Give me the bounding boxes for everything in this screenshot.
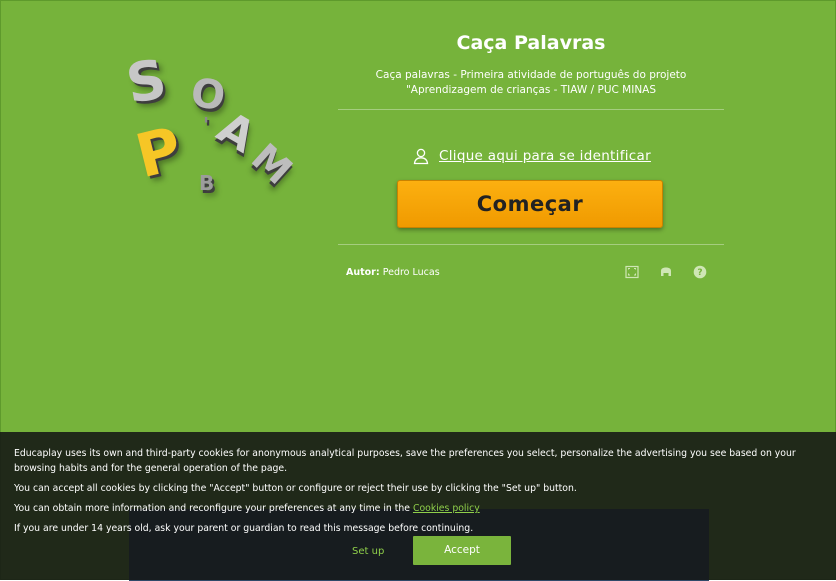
- logo-letter-s: S: [121, 47, 171, 116]
- print-button[interactable]: [658, 264, 674, 280]
- cookie-text-4: If you are under 14 years old, ask your …: [14, 523, 474, 534]
- author-name: Pedro Lucas: [382, 267, 440, 278]
- logo-letter-b: B: [199, 171, 215, 195]
- activity-title: Caça Palavras: [456, 32, 606, 54]
- activity-panel: Caça Palavras Caça palavras - Primeira a…: [338, 29, 724, 279]
- identify-link[interactable]: Clique aqui para se identificar: [439, 148, 651, 164]
- cookie-banner: Educaplay uses its own and third-party c…: [0, 432, 836, 580]
- svg-text:?: ?: [697, 268, 702, 278]
- cookie-text-1: Educaplay uses its own and third-party c…: [14, 448, 796, 474]
- divider: [338, 109, 724, 110]
- fullscreen-icon: [625, 265, 639, 279]
- logo-letter-p: P: [129, 113, 189, 193]
- cookie-text-2: You can accept all cookies by clicking t…: [14, 483, 577, 494]
- cookie-text-3: You can obtain more information and reco…: [14, 501, 822, 516]
- cookie-actions: Set up Accept: [0, 536, 836, 566]
- user-icon: [413, 148, 429, 165]
- activity-tools: ?: [624, 264, 708, 280]
- word-search-logo: S O ' A P M B: [119, 47, 309, 203]
- cookies-policy-link[interactable]: Cookies policy: [413, 503, 480, 514]
- logo-letter-quote: ': [203, 113, 210, 137]
- identify-row: Clique aqui para se identificar: [412, 147, 651, 165]
- author-label: Autor:: [346, 267, 380, 278]
- activity-description: Caça palavras - Primeira atividade de po…: [375, 69, 687, 96]
- fullscreen-button[interactable]: [624, 264, 640, 280]
- accept-button[interactable]: Accept: [413, 536, 511, 565]
- help-button[interactable]: ?: [692, 264, 708, 280]
- setup-button[interactable]: Set up: [352, 544, 384, 559]
- start-button[interactable]: Começar: [397, 180, 663, 228]
- logo-letter-m: M: [243, 134, 301, 194]
- author-line: Autor: Pedro Lucas: [346, 267, 440, 278]
- help-icon: ?: [693, 265, 707, 279]
- divider: [338, 244, 724, 245]
- print-icon: [661, 267, 671, 276]
- logo-letter-o: O: [187, 69, 229, 121]
- cookie-text-3-prefix: You can obtain more information and reco…: [14, 503, 413, 514]
